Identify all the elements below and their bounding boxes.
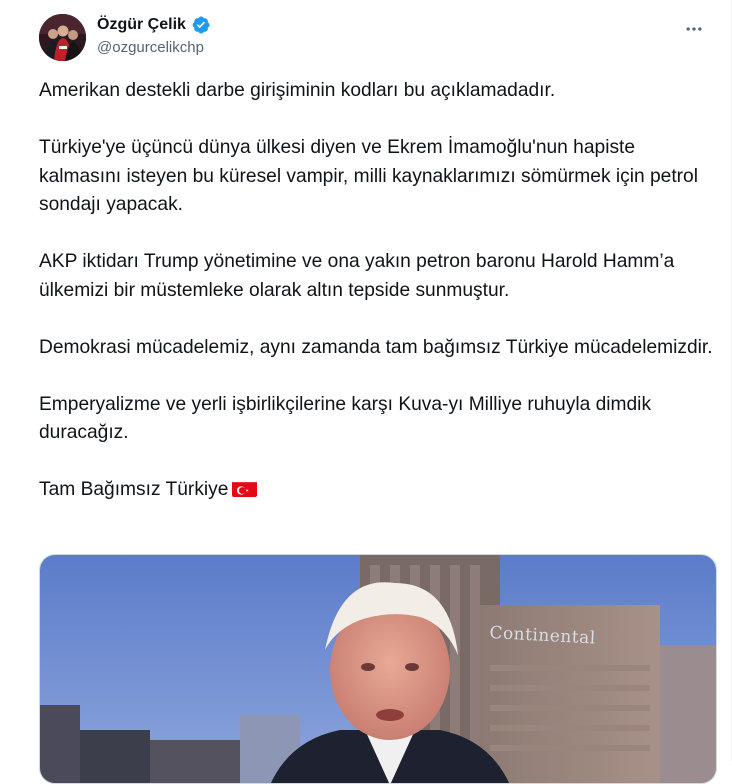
tweet-video-thumbnail[interactable]: Continental (39, 554, 717, 784)
tweet-paragraph-last: Tam Bağımsız Türkiye (39, 476, 719, 505)
verified-badge-icon[interactable] (191, 15, 211, 35)
tweet-paragraph: Amerikan destekli darbe girişiminin kodl… (39, 80, 556, 101)
avatar-image (39, 14, 86, 61)
tweet-closing-line: Tam Bağımsız Türkiye (39, 479, 229, 500)
tweet-text: Amerikan destekli darbe girişiminin kodl… (39, 77, 719, 505)
video-frame-image (40, 555, 716, 783)
tweet-paragraph: AKP iktidarı Trump yönetimine ve ona yak… (39, 251, 680, 301)
tweet-card: Özgür Çelik @ozgurcelikchp Amerikan dest… (0, 0, 732, 784)
author-handle[interactable]: @ozgurcelikchp (97, 39, 204, 56)
author-name-row: Özgür Çelik (97, 14, 211, 36)
more-options-button[interactable] (679, 14, 709, 44)
tweet-paragraph: Demokrasi mücadelemiz, aynı zamanda tam … (39, 336, 713, 358)
turkey-flag-icon (232, 480, 258, 497)
more-horizontal-icon (686, 27, 702, 31)
tweet-paragraph: Emperyalizme ve yerli işbirlikçilerine k… (39, 393, 657, 444)
author-name[interactable]: Özgür Çelik (97, 16, 186, 34)
tweet-paragraph: Türkiye'ye üçüncü dünya ülkesi diyen ve … (39, 137, 704, 215)
author-avatar[interactable] (39, 14, 86, 61)
